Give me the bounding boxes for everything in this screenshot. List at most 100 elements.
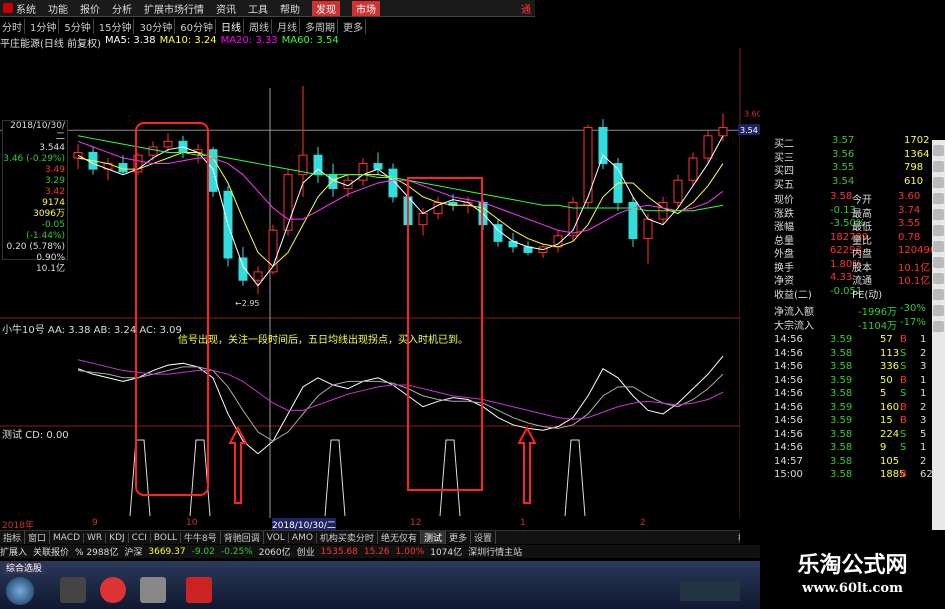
sidebar-button-icon[interactable]	[933, 241, 944, 252]
signal-spike	[564, 439, 586, 517]
sidebar-button-icon[interactable]	[933, 145, 944, 156]
tick-row-cell: 14:56	[774, 428, 803, 440]
tab-more[interactable]: 更多	[446, 531, 471, 544]
tab-amo[interactable]: AMO	[289, 532, 317, 543]
tab-vol[interactable]: VOL	[264, 532, 289, 543]
hover-high: 3.49	[44, 165, 65, 175]
period-multi[interactable]: 多周期	[303, 18, 338, 34]
tick-row: 14:56 3.58 113 S 2	[740, 348, 932, 361]
start-button-icon[interactable]	[6, 577, 34, 605]
menu-quote[interactable]: 报价	[80, 1, 100, 16]
candle-body	[283, 174, 293, 231]
signal-spike	[439, 439, 461, 517]
hover-close: 3.46 (-0.29%)	[3, 154, 65, 164]
tab-settings[interactable]: 设置	[471, 531, 496, 544]
tick-row-cell: 3.58	[830, 361, 853, 372]
tick-row-cell: 5	[880, 388, 887, 399]
period-daily[interactable]: 日线	[219, 18, 244, 34]
sidebar-button-icon[interactable]	[933, 177, 944, 188]
stock-app-icon[interactable]	[186, 577, 212, 603]
app-icon[interactable]	[60, 577, 86, 603]
sidebar-button-icon[interactable]	[933, 305, 944, 316]
index-amount: 2060亿	[258, 548, 291, 558]
orderbook-row: 买二 3.57 1702	[740, 135, 932, 150]
tab-unique[interactable]: 绝无仅有	[378, 531, 421, 544]
tick-row-cell: 62	[920, 469, 933, 480]
tab-niuniu8[interactable]: 牛牛8号	[181, 531, 221, 544]
menu-function[interactable]: 功能	[48, 1, 68, 16]
sidebar-button-icon[interactable]	[933, 193, 944, 204]
time-label: 1	[520, 518, 526, 528]
period-timeshare[interactable]: 分时	[0, 18, 25, 34]
tick-row-cell: 224	[880, 428, 900, 440]
orderbook-row-cell: 3.56	[832, 148, 855, 160]
signal-spike	[324, 439, 346, 517]
hover-turnover: 0.90%	[36, 253, 65, 263]
period-15min[interactable]: 15分钟	[97, 18, 135, 34]
period-more[interactable]: 更多	[341, 18, 366, 34]
system-tray	[680, 581, 740, 601]
stock-title: 平庄能源(日线 前复权)	[0, 39, 101, 50]
candle-body	[163, 140, 173, 148]
period-weekly[interactable]: 周线	[247, 18, 272, 34]
menu-analysis[interactable]: 分析	[112, 1, 132, 16]
quote-row-cell: 3.58	[830, 191, 853, 202]
tick-row-cell: 3.58	[830, 469, 853, 480]
tab-boll[interactable]: BOLL	[151, 532, 182, 543]
period-monthly[interactable]: 月线	[275, 18, 300, 34]
price-tick-label: 3.60	[744, 110, 760, 119]
tick-row: 14:56 3.58 336 S 3	[740, 361, 932, 374]
kline-chart[interactable]: 3.603.503.403.303.203.103.003.54 ←2.95 3…	[0, 48, 760, 518]
menu-discover[interactable]: 发现	[312, 0, 340, 16]
screener-label[interactable]: 综合选股	[2, 561, 47, 574]
tab-wr[interactable]: WR	[84, 532, 107, 543]
sidebar-button-icon[interactable]	[933, 289, 944, 300]
period-60min[interactable]: 60分钟	[178, 18, 216, 34]
indicator2-label: 测试 CD: 0.00	[2, 430, 69, 441]
tick-row-cell: 14:56	[774, 347, 803, 359]
tab-kdj[interactable]: KDJ	[106, 532, 129, 543]
orderbook-row-cell: 3.55	[832, 162, 855, 173]
tab-window[interactable]: 窗口	[25, 531, 51, 544]
tick-row-cell: 3.58	[830, 442, 853, 453]
tick-row-cell: 14:56	[774, 334, 803, 345]
app-icon[interactable]	[140, 577, 166, 603]
menu-system[interactable]: 系统	[16, 1, 36, 16]
tab-indicator[interactable]: 指标	[0, 531, 26, 544]
menu-tools[interactable]: 工具	[248, 1, 268, 16]
orderbook-row: 买四 3.55 798	[740, 162, 932, 177]
orderbook-row-cell: 1364	[904, 148, 930, 160]
tab-institution[interactable]: 机构买卖分时	[317, 531, 378, 544]
menu-market[interactable]: 市场	[352, 0, 380, 16]
period-1min[interactable]: 1分钟	[28, 18, 60, 34]
tab-test[interactable]: 测试	[420, 531, 446, 544]
browser-icon[interactable]	[100, 577, 126, 603]
tick-row-cell: 3.59	[830, 334, 853, 345]
tick-row-cell: 3.58	[830, 428, 853, 440]
tick-row: 14:56 3.58 5 S 1	[740, 388, 932, 401]
hover-float: 10.1亿	[35, 264, 65, 274]
tick-row-cell: 3	[920, 361, 927, 372]
orderbook-row: 买五 3.54 610	[740, 176, 932, 191]
menu-news[interactable]: 资讯	[216, 1, 236, 16]
sidebar-button-icon[interactable]	[933, 209, 944, 220]
sidebar-button-icon[interactable]	[933, 161, 944, 172]
menu-bar: 系统 功能 报价 分析 扩展市场行情 资讯 工具 帮助 发现 市场 通	[0, 0, 535, 17]
tab-cci[interactable]: CCI	[129, 532, 151, 543]
sidebar-button-icon[interactable]	[933, 257, 944, 268]
tab-macd[interactable]: MACD	[50, 532, 85, 543]
candle-body	[688, 157, 698, 181]
period-30min[interactable]: 30分钟	[137, 18, 176, 34]
sidebar-button-icon[interactable]	[933, 225, 944, 236]
orderbook-row-cell: 3.57	[832, 135, 855, 146]
tick-row-cell: 15	[880, 415, 893, 426]
tab-beichi[interactable]: 背驰回调	[221, 531, 264, 544]
index2-pct: 1.00%	[395, 546, 425, 557]
menu-extended-market[interactable]: 扩展市场行情	[144, 1, 204, 16]
sidebar-button-icon[interactable]	[933, 273, 944, 284]
period-5min[interactable]: 5分钟	[62, 18, 94, 34]
signal-annotation: 信号出现，关注一段时间后，五日均线出现拐点，买入时机已到。	[178, 335, 468, 346]
sidebar-button-icon[interactable]	[933, 321, 944, 332]
tick-row-cell: 2	[920, 401, 927, 413]
menu-help[interactable]: 帮助	[280, 1, 300, 16]
